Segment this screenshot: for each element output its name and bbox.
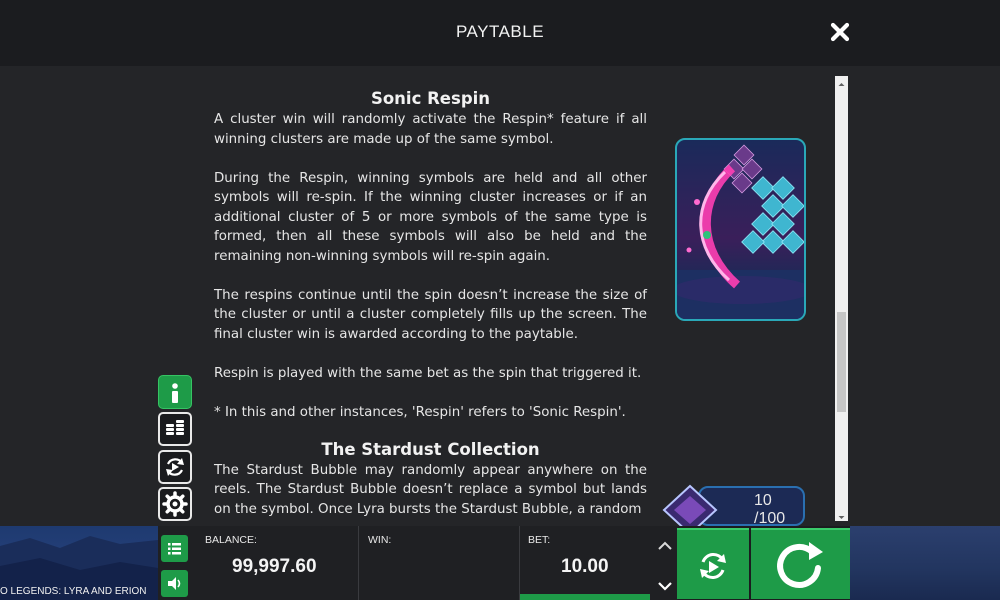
stardust-counter-illustration: 10 /100 xyxy=(662,484,806,526)
paytable-scrollbar[interactable] xyxy=(835,76,848,521)
menu-autoplay-button[interactable] xyxy=(158,450,192,484)
coins-icon xyxy=(166,420,184,435)
scroll-thumb[interactable] xyxy=(837,312,846,412)
stardust-paragraph-1: The Stardust Bubble may randomly appear … xyxy=(214,462,647,517)
paytable-text: Sonic Respin A cluster win will randomly… xyxy=(214,88,647,526)
chevron-up-icon xyxy=(658,541,672,550)
close-icon xyxy=(830,22,850,42)
chevron-down-icon xyxy=(658,582,672,591)
speaker-icon xyxy=(168,577,181,590)
balance-value: 99,997.60 xyxy=(232,556,317,577)
bet-increase-button[interactable] xyxy=(655,536,675,556)
bet-label: BET: xyxy=(528,534,551,546)
menu-settings-button[interactable] xyxy=(158,487,192,521)
paytable-content: Sonic Respin A cluster win will randomly… xyxy=(0,66,1000,526)
caret-up-icon xyxy=(838,83,845,86)
sound-button[interactable] xyxy=(161,570,188,597)
sonic-respin-paragraph-4: Respin is played with the same bet as th… xyxy=(214,365,642,381)
balance-label: BALANCE: xyxy=(205,534,257,546)
win-label: WIN: xyxy=(368,534,392,546)
bet-value: 10.00 xyxy=(561,556,609,577)
stardust-bubble-icon xyxy=(662,484,718,526)
respin-artwork xyxy=(677,144,804,319)
win-field: WIN: xyxy=(359,526,519,600)
game-background-right xyxy=(850,526,1000,600)
sonic-respin-footnote: * In this and other instances, 'Respin' … xyxy=(214,404,626,420)
menu-paytable-button[interactable] xyxy=(158,412,192,446)
paytable-header: PAYTABLE xyxy=(0,0,1000,66)
spin-icon xyxy=(777,542,823,588)
menu-info-button[interactable] xyxy=(158,375,192,409)
section-title-sonic-respin: Sonic Respin xyxy=(370,89,491,108)
scroll-up-arrow[interactable] xyxy=(835,76,848,88)
bet-decrease-button[interactable] xyxy=(655,576,675,596)
bet-field: BET: 10.00 xyxy=(520,526,655,600)
sonic-respin-paragraph-2: During the Respin, winning symbols are h… xyxy=(214,170,647,264)
autoplay-button[interactable] xyxy=(677,528,749,599)
autoplay-icon xyxy=(166,458,184,476)
list-icon xyxy=(168,543,181,555)
gear-icon xyxy=(162,491,188,517)
game-name-label: O LEGENDS: LYRA AND ERION xyxy=(0,586,147,597)
caret-down-icon xyxy=(838,516,845,519)
balance-field: BALANCE: 99,997.60 xyxy=(194,526,358,600)
sonic-respin-paragraph-3: The respins continue until the spin does… xyxy=(214,287,647,342)
menu-button[interactable] xyxy=(161,535,188,562)
close-button[interactable] xyxy=(826,18,854,46)
game-background-left: O LEGENDS: LYRA AND ERION xyxy=(0,526,158,600)
sonic-respin-illustration xyxy=(675,138,806,321)
section-title-stardust-collection: The Stardust Collection xyxy=(321,439,540,459)
bet-indicator xyxy=(520,594,650,600)
paytable-screen: PAYTABLE Sonic Respin A cluster win will… xyxy=(0,0,1000,600)
info-icon xyxy=(172,383,178,403)
spin-button[interactable] xyxy=(751,528,850,599)
scroll-down-arrow[interactable] xyxy=(835,509,848,521)
stardust-counter-text: 10 /100 xyxy=(754,492,786,526)
autoplay-icon xyxy=(700,553,726,579)
sonic-respin-paragraph-1: A cluster win will randomly activate the… xyxy=(214,112,647,147)
